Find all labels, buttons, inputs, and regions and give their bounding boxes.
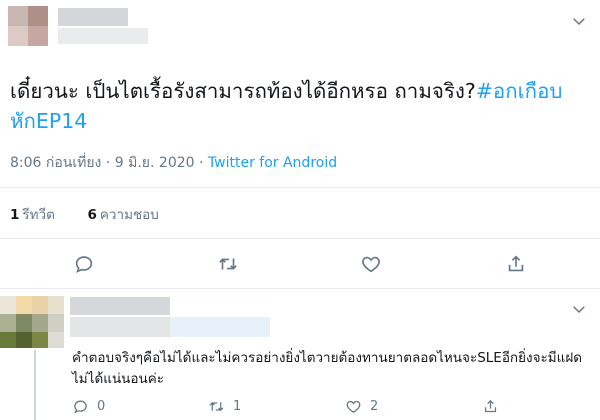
avatar-pixel	[16, 332, 32, 348]
reply-icon	[74, 400, 87, 413]
tweet-stats: 1 รีทวีต 6 ความชอบ	[10, 203, 159, 225]
tweet-body: เดี๋ยวนะ เป็นไตเรื้อรังสามารถท้องได้อีกห…	[10, 79, 476, 103]
retweet-icon	[209, 401, 224, 411]
divider	[0, 238, 600, 239]
avatar-pixel	[32, 296, 48, 314]
name-pixel	[58, 8, 128, 26]
avatar-pixel	[48, 332, 64, 348]
handle-pixel	[58, 28, 148, 44]
avatar-pixel	[8, 6, 28, 26]
reply-retweet-action[interactable]: 1	[208, 397, 241, 415]
tweet-time[interactable]: 8:06 ก่อนเที่ยง	[10, 155, 101, 171]
reply-reply-action[interactable]: 0	[72, 397, 105, 415]
meta-separator: ·	[199, 155, 204, 171]
avatar-pixel	[0, 332, 16, 348]
tweet-source[interactable]: Twitter for Android	[208, 155, 337, 171]
reply-like-count: 2	[370, 398, 379, 414]
reply-retweet-count: 1	[233, 398, 242, 414]
handle-pixel	[170, 317, 270, 337]
thread-line	[34, 350, 36, 420]
like-icon[interactable]	[360, 253, 382, 275]
chevron-down-icon[interactable]	[570, 300, 588, 318]
avatar-pixel	[16, 314, 32, 332]
reply-share-action[interactable]	[482, 397, 499, 415]
retweet-count: 1	[10, 207, 20, 223]
like-label: ความชอบ	[99, 207, 159, 223]
like-count: 6	[87, 207, 97, 223]
avatar-pixel	[28, 6, 48, 26]
reply-like-action[interactable]: 2	[345, 397, 378, 415]
avatar-pixel	[32, 332, 48, 348]
share-icon[interactable]	[505, 253, 527, 275]
name-pixel	[70, 297, 170, 315]
avatar-pixel	[8, 26, 28, 46]
avatar-pixel	[28, 26, 48, 46]
tweet-meta: 8:06 ก่อนเที่ยง · 9 มิ.ย. 2020 · Twitter…	[10, 152, 337, 174]
reply-text: คำตอบจริงๆคือไม่ได้และไม่ควรอย่างยิ่งไตว…	[72, 350, 583, 387]
avatar-pixel	[48, 296, 64, 314]
like-icon	[346, 400, 361, 413]
retweet-icon[interactable]	[217, 253, 239, 275]
tweet-date[interactable]: 9 มิ.ย. 2020	[115, 155, 195, 171]
reply-icon[interactable]	[73, 253, 95, 275]
tweet-text: เดี๋ยวนะ เป็นไตเรื้อรังสามารถท้องได้อีกห…	[10, 76, 580, 136]
reply-reply-count: 0	[97, 398, 106, 414]
avatar-pixel	[0, 314, 16, 332]
avatar-pixel	[0, 296, 16, 314]
handle-pixel	[70, 317, 170, 337]
chevron-down-icon[interactable]	[570, 12, 588, 30]
avatar-pixel	[32, 314, 48, 332]
retweet-stat[interactable]: 1 รีทวีต	[10, 207, 55, 223]
share-icon	[484, 399, 497, 412]
avatar-pixel	[16, 296, 32, 314]
avatar-pixel	[48, 314, 64, 332]
divider	[0, 187, 600, 188]
like-stat[interactable]: 6 ความชอบ	[88, 207, 159, 223]
divider	[0, 288, 600, 289]
retweet-label: รีทวีต	[22, 207, 55, 223]
meta-separator: ·	[105, 155, 111, 171]
